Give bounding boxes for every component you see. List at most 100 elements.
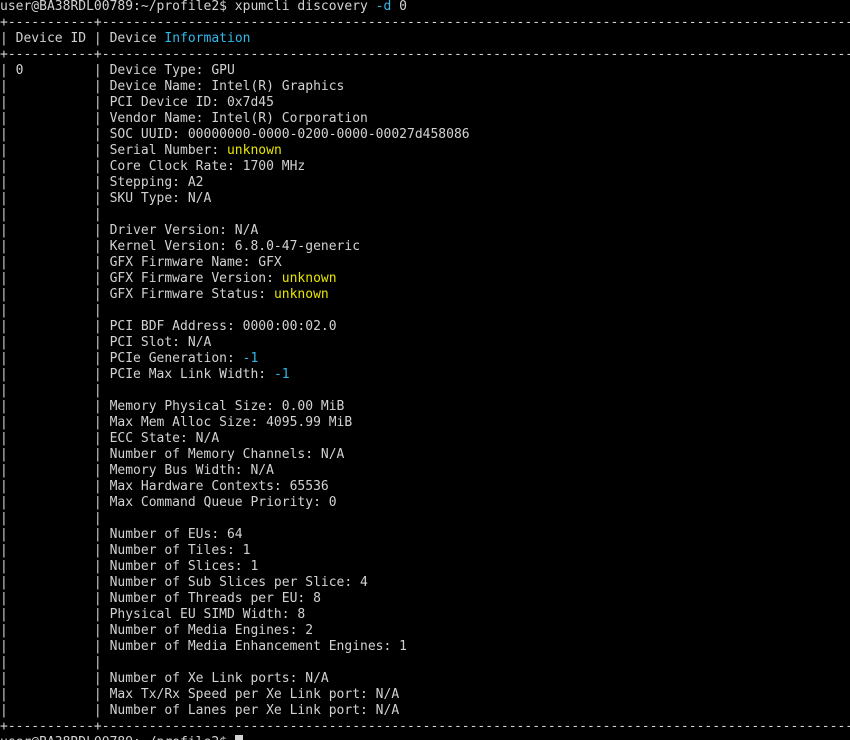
row-gfx-firmware-version-segment: | | GFX Firmware Version: (0, 271, 282, 286)
row-gfx-firmware-name: | | GFX Firmware Name: GFX | (0, 255, 850, 271)
row-gfx-firmware-status-segment: | | GFX Firmware Status: (0, 287, 274, 302)
prompt-command-line-segment: 0 (391, 0, 407, 14)
row-serial-number-segment: | (281, 143, 850, 158)
row-number-of-media-engines-segment: | | Number of Media Engines: 2 | (0, 623, 850, 638)
row-pci-slot: | | PCI Slot: N/A | (0, 335, 850, 351)
row-pci-device-id: | | PCI Device ID: 0x7d45 | (0, 95, 850, 111)
row-blank: | | | (0, 207, 850, 223)
table-border-header-segment: +-----------+---------------------------… (0, 47, 850, 62)
row-max-mem-alloc-size-segment: | | Max Mem Alloc Size: 4095.99 MiB | (0, 415, 850, 430)
row-number-of-memory-channels-segment: | | Number of Memory Channels: N/A | (0, 447, 850, 462)
row-pcie-max-link-width-segment: | (289, 367, 850, 382)
row-serial-number: | | Serial Number: unknown | (0, 143, 850, 159)
row-blank-segment: | | | (0, 655, 850, 670)
row-vendor-name-segment: | | Vendor Name: Intel(R) Corporation | (0, 111, 850, 126)
row-stepping: | | Stepping: A2 | (0, 175, 850, 191)
row-blank-segment: | | | (0, 383, 850, 398)
row-gfx-firmware-version-segment: unknown (281, 271, 337, 286)
row-sub-slices-per-slice-segment: | | Number of Sub Slices per Slice: 4 | (0, 575, 850, 590)
row-lanes-per-xe-link-port-segment: | | Number of Lanes per Xe Link port: N/… (0, 703, 850, 718)
row-blank-segment: | | | (0, 303, 850, 318)
row-memory-bus-width: | | Memory Bus Width: N/A | (0, 463, 850, 479)
row-number-of-media-engines: | | Number of Media Engines: 2 | (0, 623, 850, 639)
row-sku-type: | | SKU Type: N/A | (0, 191, 850, 207)
row-gfx-firmware-status: | | GFX Firmware Status: unknown | (0, 287, 850, 303)
row-blank: | | | (0, 303, 850, 319)
row-driver-version-segment: | | Driver Version: N/A | (0, 223, 850, 238)
row-pci-device-id-segment: | | PCI Device ID: 0x7d45 | (0, 95, 850, 110)
row-pcie-generation-segment: -1 (242, 351, 259, 366)
row-max-tx-rx-speed-segment: | | Max Tx/Rx Speed per Xe Link port: N/… (0, 687, 850, 702)
row-pci-bdf-address-segment: | | PCI BDF Address: 0000:00:02.0 | (0, 319, 850, 334)
row-number-of-xe-link-ports: | | Number of Xe Link ports: N/A | (0, 671, 850, 687)
row-driver-version: | | Driver Version: N/A | (0, 223, 850, 239)
row-gfx-firmware-name-segment: | | GFX Firmware Name: GFX | (0, 255, 850, 270)
row-memory-physical-size: | | Memory Physical Size: 0.00 MiB | (0, 399, 850, 415)
prompt-line-segment: user@BA38RDL00789:~/profile2$ (0, 735, 235, 740)
row-pci-slot-segment: | | PCI Slot: N/A | (0, 335, 850, 350)
row-sku-type-segment: | | SKU Type: N/A | (0, 191, 850, 206)
row-blank: | | | (0, 383, 850, 399)
row-core-clock-rate: | | Core Clock Rate: 1700 MHz | (0, 159, 850, 175)
row-gfx-firmware-status-segment: | (328, 287, 850, 302)
table-border-bottom: +-----------+---------------------------… (0, 719, 850, 735)
row-device-type-segment: | 0 | Device Type: GPU | (0, 63, 850, 78)
table-header-row: | Device ID | Device Information | (0, 31, 850, 47)
row-number-of-tiles-segment: | | Number of Tiles: 1 | (0, 543, 850, 558)
table-border-top: +-----------+---------------------------… (0, 15, 850, 31)
table-border-bottom-segment: +-----------+---------------------------… (0, 719, 850, 734)
row-pcie-max-link-width-segment: | | PCIe Max Link Width: (0, 367, 274, 382)
row-stepping-segment: | | Stepping: A2 | (0, 175, 850, 190)
row-device-name-segment: | | Device Name: Intel(R) Graphics | (0, 79, 850, 94)
row-number-of-media-enhancement-engines: | | Number of Media Enhancement Engines:… (0, 639, 850, 655)
row-max-hardware-contexts-segment: | | Max Hardware Contexts: 65536 | (0, 479, 850, 494)
table-header-row-segment: Information (164, 31, 251, 46)
row-max-hardware-contexts: | | Max Hardware Contexts: 65536 | (0, 479, 850, 495)
table-border-top-segment: +-----------+---------------------------… (0, 15, 850, 30)
row-number-of-eus-segment: | | Number of EUs: 64 | (0, 527, 850, 542)
row-max-mem-alloc-size: | | Max Mem Alloc Size: 4095.99 MiB | (0, 415, 850, 431)
row-threads-per-eu-segment: | | Number of Threads per EU: 8 | (0, 591, 850, 606)
row-blank-segment: | | | (0, 511, 850, 526)
row-memory-bus-width-segment: | | Memory Bus Width: N/A | (0, 463, 850, 478)
row-soc-uuid-segment: | | SOC UUID: 00000000-0000-0200-0000-00… (0, 127, 850, 142)
row-number-of-slices-segment: | | Number of Slices: 1 | (0, 559, 850, 574)
row-vendor-name: | | Vendor Name: Intel(R) Corporation | (0, 111, 850, 127)
prompt-line: user@BA38RDL00789:~/profile2$ (0, 735, 243, 740)
row-pcie-max-link-width: | | PCIe Max Link Width: -1 | (0, 367, 850, 383)
row-blank: | | | (0, 511, 850, 527)
row-max-command-queue-priority: | | Max Command Queue Priority: 0 | (0, 495, 850, 511)
row-pcie-generation-segment: | (258, 351, 850, 366)
prompt-command-line: user@BA38RDL00789:~/profile2$ xpumcli di… (0, 0, 407, 15)
row-device-name: | | Device Name: Intel(R) Graphics | (0, 79, 850, 95)
row-ecc-state: | | ECC State: N/A | (0, 431, 850, 447)
row-lanes-per-xe-link-port: | | Number of Lanes per Xe Link port: N/… (0, 703, 850, 719)
row-serial-number-segment: | | Serial Number: (0, 143, 227, 158)
prompt-command-line-segment: user@BA38RDL00789:~/profile2$ xpumcli di… (0, 0, 376, 14)
row-blank-segment: | | | (0, 207, 850, 222)
row-serial-number-segment: unknown (226, 143, 282, 158)
terminal-cursor (234, 735, 243, 740)
row-number-of-xe-link-ports-segment: | | Number of Xe Link ports: N/A | (0, 671, 850, 686)
row-sub-slices-per-slice: | | Number of Sub Slices per Slice: 4 | (0, 575, 850, 591)
table-header-row-segment: | (250, 31, 850, 46)
row-device-type: | 0 | Device Type: GPU | (0, 63, 850, 79)
row-number-of-memory-channels: | | Number of Memory Channels: N/A | (0, 447, 850, 463)
terminal-window[interactable]: user@BA38RDL00789:~/profile2$ xpumcli di… (0, 0, 850, 740)
row-core-clock-rate-segment: | | Core Clock Rate: 1700 MHz | (0, 159, 850, 174)
row-soc-uuid: | | SOC UUID: 00000000-0000-0200-0000-00… (0, 127, 850, 143)
row-gfx-firmware-version-segment: | (336, 271, 850, 286)
row-memory-physical-size-segment: | | Memory Physical Size: 0.00 MiB | (0, 399, 850, 414)
row-pcie-max-link-width-segment: -1 (273, 367, 290, 382)
prompt-command-line-segment: -d (375, 0, 392, 14)
row-physical-eu-simd-width: | | Physical EU SIMD Width: 8 | (0, 607, 850, 623)
row-max-command-queue-priority-segment: | | Max Command Queue Priority: 0 | (0, 495, 850, 510)
row-gfx-firmware-version: | | GFX Firmware Version: unknown | (0, 271, 850, 287)
row-pcie-generation-segment: | | PCIe Generation: (0, 351, 243, 366)
row-number-of-slices: | | Number of Slices: 1 | (0, 559, 850, 575)
row-number-of-eus: | | Number of EUs: 64 | (0, 527, 850, 543)
row-pcie-generation: | | PCIe Generation: -1 | (0, 351, 850, 367)
row-number-of-tiles: | | Number of Tiles: 1 | (0, 543, 850, 559)
table-header-row-segment: | Device ID | Device (0, 31, 165, 46)
row-pci-bdf-address: | | PCI BDF Address: 0000:00:02.0 | (0, 319, 850, 335)
